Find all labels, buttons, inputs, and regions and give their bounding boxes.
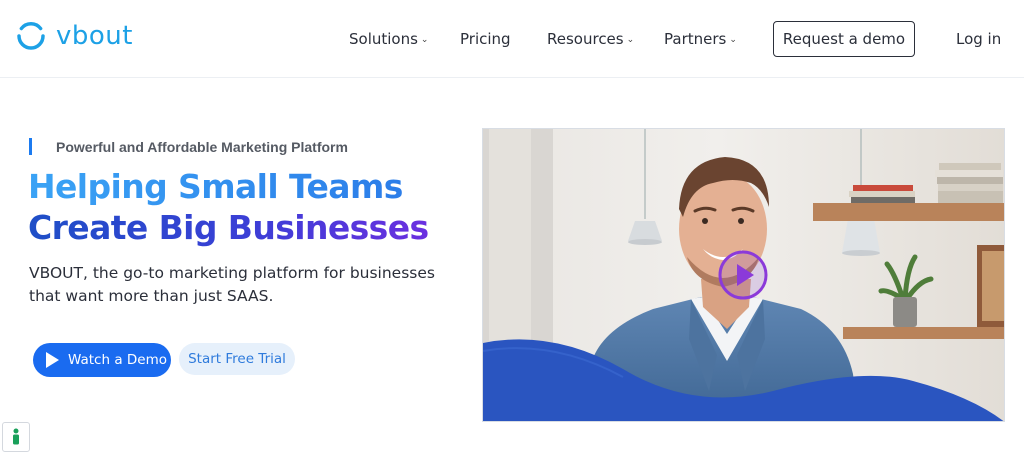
start-free-trial-button[interactable]: Start Free Trial bbox=[179, 343, 295, 375]
logo[interactable]: vbout bbox=[15, 20, 133, 52]
nav-solutions[interactable]: Solutions ⌄ bbox=[349, 30, 428, 48]
video-play-icon[interactable] bbox=[717, 249, 769, 301]
login-label: Log in bbox=[956, 30, 1002, 48]
vbout-logo-icon bbox=[17, 21, 45, 50]
tagline-accent-bar bbox=[29, 138, 32, 155]
brand-name: vbout bbox=[56, 21, 133, 51]
login-link[interactable]: Log in bbox=[956, 30, 1001, 48]
nav-resources-label: Resources bbox=[547, 30, 624, 48]
accessibility-icon bbox=[13, 428, 19, 445]
headline-line-1: Helping Small Teams bbox=[28, 166, 429, 207]
chevron-down-icon: ⌄ bbox=[729, 35, 737, 45]
headline-line-2: Create Big Businesses bbox=[28, 208, 429, 247]
hero-video[interactable] bbox=[482, 128, 1005, 422]
accessibility-widget[interactable] bbox=[2, 422, 30, 452]
nav-pricing-label: Pricing bbox=[460, 30, 511, 48]
chevron-down-icon: ⌄ bbox=[626, 35, 635, 45]
watch-demo-label: Watch a Demo bbox=[68, 352, 167, 368]
request-demo-button[interactable]: Request a demo bbox=[773, 21, 915, 57]
site-header: vbout Solutions ⌄ Pricing Resources ⌄ Part… bbox=[0, 0, 1024, 78]
nav-partners-label: Partners bbox=[664, 30, 727, 48]
nav-partners[interactable]: Partners ⌄ bbox=[664, 30, 737, 48]
tagline: Powerful and Affordable Marketing Platfo… bbox=[56, 139, 348, 155]
watch-demo-button[interactable]: Watch a Demo bbox=[33, 343, 171, 377]
hero-headline: Helping Small Teams Create Big Businesse… bbox=[28, 166, 429, 248]
nav-solutions-label: Solutions bbox=[349, 30, 418, 48]
play-icon bbox=[46, 352, 59, 368]
hero-description: VBOUT, the go-to marketing platform for … bbox=[29, 264, 435, 305]
nav-pricing[interactable]: Pricing bbox=[460, 30, 511, 48]
chevron-down-icon: ⌄ bbox=[420, 35, 429, 45]
nav-resources[interactable]: Resources ⌄ bbox=[547, 30, 634, 48]
